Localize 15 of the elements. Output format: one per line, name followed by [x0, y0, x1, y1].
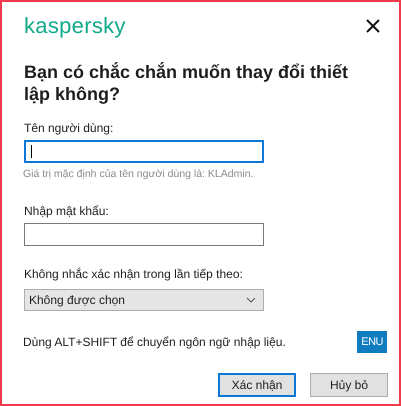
cancel-button[interactable]: Hủy bỏ	[310, 373, 388, 398]
confirm-button[interactable]: Xác nhận	[218, 373, 296, 398]
username-field[interactable]	[24, 140, 264, 163]
field-hint: Giá trị mặc định của tên người dùng là: KLAdmin.	[23, 167, 254, 182]
dialog-title: Bạn có chắc chắn muốn thay đổi thiết lập không?	[24, 61, 350, 105]
language-badge: ENU	[357, 330, 387, 354]
close-icon[interactable]	[366, 19, 380, 33]
dropdown-field[interactable]: Không được chọn	[24, 288, 264, 311]
field-label: Nhập mật khẩu:	[24, 202, 110, 219]
field-label: Không nhắc xác nhận trong lần tiếp theo:	[24, 266, 244, 282]
kaspersky-logo: kaspersky	[24, 15, 126, 37]
password-field[interactable]	[24, 222, 264, 246]
keyboard-hint: Dùng ALT+SHIFT để chuyển ngôn ngữ nhập liệu.	[23, 334, 286, 351]
field-label: Tên người dùng:	[24, 120, 114, 136]
chevron-down-icon	[246, 296, 256, 303]
